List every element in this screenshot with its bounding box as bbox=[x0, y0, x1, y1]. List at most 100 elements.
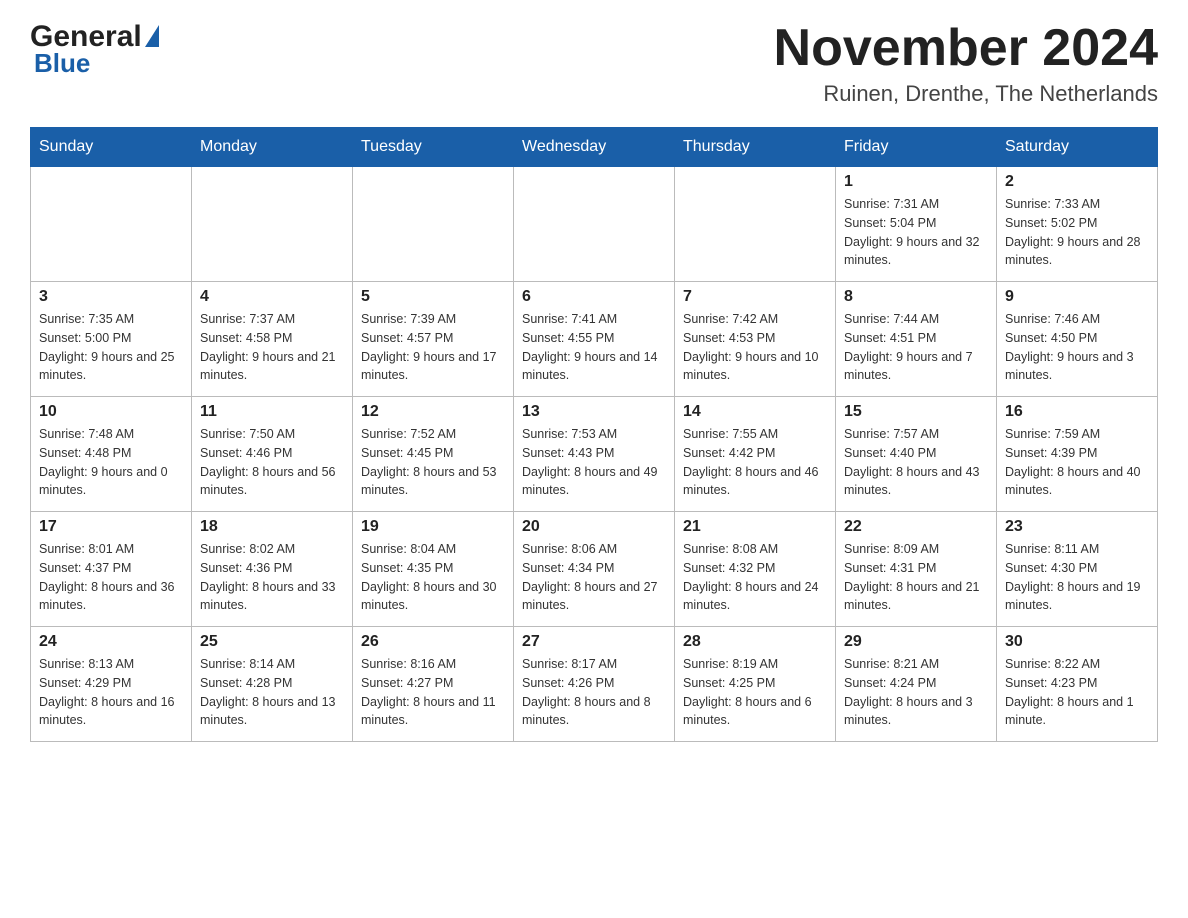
day-number: 14 bbox=[683, 403, 827, 421]
day-number: 28 bbox=[683, 633, 827, 651]
week-row: 10 Sunrise: 7:48 AM Sunset: 4:48 PM Dayli… bbox=[31, 397, 1158, 512]
calendar-cell: 26 Sunrise: 8:16 AM Sunset: 4:27 PM Dayli… bbox=[353, 627, 514, 742]
calendar-cell: 22 Sunrise: 8:09 AM Sunset: 4:31 PM Dayli… bbox=[836, 512, 997, 627]
week-row: 24Sunrise: 8:13 AM Sunset: 4:29 PM Dayli… bbox=[31, 627, 1158, 742]
calendar-cell: 23 Sunrise: 8:11 AM Sunset: 4:30 PM Dayli… bbox=[997, 512, 1158, 627]
day-info: Sunrise: 8:22 AM Sunset: 4:23 PM Dayligh… bbox=[1005, 655, 1149, 730]
day-number: 6 bbox=[522, 288, 666, 306]
day-number: 10 bbox=[39, 403, 183, 421]
day-info: Sunrise: 8:04 AM Sunset: 4:35 PM Dayligh… bbox=[361, 540, 505, 615]
day-info: Sunrise: 8:21 AM Sunset: 4:24 PM Dayligh… bbox=[844, 655, 988, 730]
calendar-cell: 25 Sunrise: 8:14 AM Sunset: 4:28 PM Dayli… bbox=[192, 627, 353, 742]
day-info: Sunrise: 8:19 AM Sunset: 4:25 PM Dayligh… bbox=[683, 655, 827, 730]
day-number: 13 bbox=[522, 403, 666, 421]
day-of-week-header: Saturday bbox=[997, 128, 1158, 167]
calendar-cell: 13 Sunrise: 7:53 AM Sunset: 4:43 PM Dayli… bbox=[514, 397, 675, 512]
calendar-cell: 16 Sunrise: 7:59 AM Sunset: 4:39 PM Dayli… bbox=[997, 397, 1158, 512]
day-number: 7 bbox=[683, 288, 827, 306]
calendar-cell: 27 Sunrise: 8:17 AM Sunset: 4:26 PM Dayli… bbox=[514, 627, 675, 742]
calendar-cell: 5 Sunrise: 7:39 AM Sunset: 4:57 PM Daylig… bbox=[353, 282, 514, 397]
day-number: 18 bbox=[200, 518, 344, 536]
day-number: 26 bbox=[361, 633, 505, 651]
calendar-cell: 2Sunrise: 7:33 AM Sunset: 5:02 PM Daylig… bbox=[997, 167, 1158, 282]
day-of-week-header: Monday bbox=[192, 128, 353, 167]
calendar-cell: 28 Sunrise: 8:19 AM Sunset: 4:25 PM Dayli… bbox=[675, 627, 836, 742]
calendar-cell: 20 Sunrise: 8:06 AM Sunset: 4:34 PM Dayli… bbox=[514, 512, 675, 627]
calendar-table: SundayMondayTuesdayWednesdayThursdayFrid… bbox=[30, 127, 1158, 742]
calendar-cell bbox=[514, 167, 675, 282]
day-info: Sunrise: 8:17 AM Sunset: 4:26 PM Dayligh… bbox=[522, 655, 666, 730]
calendar-cell: 21 Sunrise: 8:08 AM Sunset: 4:32 PM Dayli… bbox=[675, 512, 836, 627]
day-number: 11 bbox=[200, 403, 344, 421]
day-info: Sunrise: 7:59 AM Sunset: 4:39 PM Dayligh… bbox=[1005, 425, 1149, 500]
calendar-cell bbox=[353, 167, 514, 282]
day-number: 21 bbox=[683, 518, 827, 536]
day-info: Sunrise: 8:14 AM Sunset: 4:28 PM Dayligh… bbox=[200, 655, 344, 730]
month-title: November 2024 bbox=[774, 20, 1158, 77]
day-info: Sunrise: 7:53 AM Sunset: 4:43 PM Dayligh… bbox=[522, 425, 666, 500]
day-info: Sunrise: 7:48 AM Sunset: 4:48 PM Dayligh… bbox=[39, 425, 183, 500]
day-info: Sunrise: 8:08 AM Sunset: 4:32 PM Dayligh… bbox=[683, 540, 827, 615]
day-number: 17 bbox=[39, 518, 183, 536]
day-number: 25 bbox=[200, 633, 344, 651]
calendar-cell: 12Sunrise: 7:52 AM Sunset: 4:45 PM Dayli… bbox=[353, 397, 514, 512]
week-row: 1 Sunrise: 7:31 AM Sunset: 5:04 PM Daylig… bbox=[31, 167, 1158, 282]
day-info: Sunrise: 7:37 AM Sunset: 4:58 PM Dayligh… bbox=[200, 310, 344, 385]
day-info: Sunrise: 7:46 AM Sunset: 4:50 PM Dayligh… bbox=[1005, 310, 1149, 385]
calendar-cell: 19Sunrise: 8:04 AM Sunset: 4:35 PM Dayli… bbox=[353, 512, 514, 627]
day-info: Sunrise: 7:39 AM Sunset: 4:57 PM Dayligh… bbox=[361, 310, 505, 385]
day-info: Sunrise: 8:16 AM Sunset: 4:27 PM Dayligh… bbox=[361, 655, 505, 730]
day-number: 24 bbox=[39, 633, 183, 651]
day-number: 8 bbox=[844, 288, 988, 306]
day-number: 3 bbox=[39, 288, 183, 306]
day-number: 29 bbox=[844, 633, 988, 651]
calendar-cell: 7 Sunrise: 7:42 AM Sunset: 4:53 PM Daylig… bbox=[675, 282, 836, 397]
calendar-cell: 4Sunrise: 7:37 AM Sunset: 4:58 PM Daylig… bbox=[192, 282, 353, 397]
day-info: Sunrise: 7:41 AM Sunset: 4:55 PM Dayligh… bbox=[522, 310, 666, 385]
day-number: 15 bbox=[844, 403, 988, 421]
day-info: Sunrise: 7:57 AM Sunset: 4:40 PM Dayligh… bbox=[844, 425, 988, 500]
day-info: Sunrise: 7:44 AM Sunset: 4:51 PM Dayligh… bbox=[844, 310, 988, 385]
day-number: 22 bbox=[844, 518, 988, 536]
day-number: 1 bbox=[844, 173, 988, 191]
calendar-cell: 10 Sunrise: 7:48 AM Sunset: 4:48 PM Dayli… bbox=[31, 397, 192, 512]
day-number: 23 bbox=[1005, 518, 1149, 536]
day-info: Sunrise: 8:01 AM Sunset: 4:37 PM Dayligh… bbox=[39, 540, 183, 615]
day-info: Sunrise: 8:09 AM Sunset: 4:31 PM Dayligh… bbox=[844, 540, 988, 615]
calendar-cell bbox=[675, 167, 836, 282]
logo-blue-text: Blue bbox=[34, 48, 90, 78]
day-number: 30 bbox=[1005, 633, 1149, 651]
day-number: 5 bbox=[361, 288, 505, 306]
title-area: November 2024 Ruinen, Drenthe, The Nethe… bbox=[774, 20, 1158, 107]
day-number: 16 bbox=[1005, 403, 1149, 421]
week-row: 3 Sunrise: 7:35 AM Sunset: 5:00 PM Daylig… bbox=[31, 282, 1158, 397]
day-info: Sunrise: 7:52 AM Sunset: 4:45 PM Dayligh… bbox=[361, 425, 505, 500]
day-info: Sunrise: 8:11 AM Sunset: 4:30 PM Dayligh… bbox=[1005, 540, 1149, 615]
calendar-cell: 6 Sunrise: 7:41 AM Sunset: 4:55 PM Daylig… bbox=[514, 282, 675, 397]
calendar-cell bbox=[31, 167, 192, 282]
calendar-cell: 14 Sunrise: 7:55 AM Sunset: 4:42 PM Dayli… bbox=[675, 397, 836, 512]
location-title: Ruinen, Drenthe, The Netherlands bbox=[774, 81, 1158, 107]
calendar-cell: 8 Sunrise: 7:44 AM Sunset: 4:51 PM Daylig… bbox=[836, 282, 997, 397]
day-number: 9 bbox=[1005, 288, 1149, 306]
calendar-cell bbox=[192, 167, 353, 282]
day-of-week-header: Wednesday bbox=[514, 128, 675, 167]
day-info: Sunrise: 7:42 AM Sunset: 4:53 PM Dayligh… bbox=[683, 310, 827, 385]
calendar-cell: 24Sunrise: 8:13 AM Sunset: 4:29 PM Dayli… bbox=[31, 627, 192, 742]
day-of-week-header: Thursday bbox=[675, 128, 836, 167]
day-of-week-header: Tuesday bbox=[353, 128, 514, 167]
week-row: 17 Sunrise: 8:01 AM Sunset: 4:37 PM Dayli… bbox=[31, 512, 1158, 627]
page-header: General Blue November 2024 Ruinen, Drent… bbox=[30, 20, 1158, 107]
day-of-week-header: Sunday bbox=[31, 128, 192, 167]
day-info: Sunrise: 7:50 AM Sunset: 4:46 PM Dayligh… bbox=[200, 425, 344, 500]
logo-triangle-icon bbox=[145, 25, 159, 47]
day-number: 27 bbox=[522, 633, 666, 651]
day-number: 20 bbox=[522, 518, 666, 536]
day-info: Sunrise: 7:55 AM Sunset: 4:42 PM Dayligh… bbox=[683, 425, 827, 500]
calendar-cell: 30 Sunrise: 8:22 AM Sunset: 4:23 PM Dayli… bbox=[997, 627, 1158, 742]
calendar-cell: 18Sunrise: 8:02 AM Sunset: 4:36 PM Dayli… bbox=[192, 512, 353, 627]
day-info: Sunrise: 7:35 AM Sunset: 5:00 PM Dayligh… bbox=[39, 310, 183, 385]
day-info: Sunrise: 7:31 AM Sunset: 5:04 PM Dayligh… bbox=[844, 195, 988, 270]
day-info: Sunrise: 8:06 AM Sunset: 4:34 PM Dayligh… bbox=[522, 540, 666, 615]
day-number: 2 bbox=[1005, 173, 1149, 191]
